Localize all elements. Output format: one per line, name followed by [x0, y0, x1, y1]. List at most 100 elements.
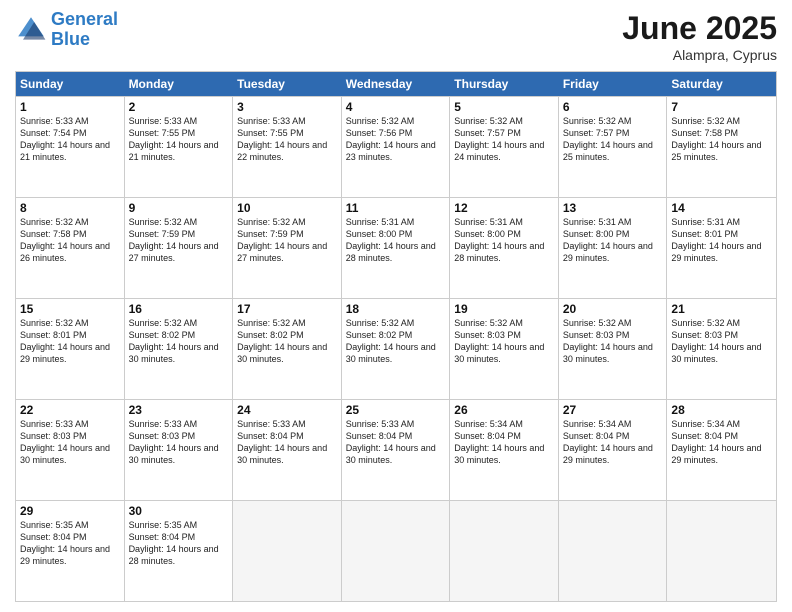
calendar-cell-4-4: 26Sunrise: 5:34 AM Sunset: 8:04 PM Dayli… — [450, 400, 559, 500]
day-number: 26 — [454, 403, 554, 417]
day-number: 20 — [563, 302, 663, 316]
calendar-cell-1-6: 7Sunrise: 5:32 AM Sunset: 7:58 PM Daylig… — [667, 97, 776, 197]
day-info: Sunrise: 5:31 AM Sunset: 8:00 PM Dayligh… — [346, 216, 446, 265]
day-number: 14 — [671, 201, 772, 215]
calendar-cell-1-0: 1Sunrise: 5:33 AM Sunset: 7:54 PM Daylig… — [16, 97, 125, 197]
calendar-cell-3-1: 16Sunrise: 5:32 AM Sunset: 8:02 PM Dayli… — [125, 299, 234, 399]
day-number: 12 — [454, 201, 554, 215]
day-number: 21 — [671, 302, 772, 316]
day-info: Sunrise: 5:32 AM Sunset: 7:56 PM Dayligh… — [346, 115, 446, 164]
day-number: 11 — [346, 201, 446, 215]
day-number: 3 — [237, 100, 337, 114]
day-info: Sunrise: 5:33 AM Sunset: 8:04 PM Dayligh… — [346, 418, 446, 467]
calendar-header: Sunday Monday Tuesday Wednesday Thursday… — [16, 72, 776, 96]
day-number: 10 — [237, 201, 337, 215]
calendar-row-3: 15Sunrise: 5:32 AM Sunset: 8:01 PM Dayli… — [16, 298, 776, 399]
day-number: 29 — [20, 504, 120, 518]
header-wednesday: Wednesday — [342, 72, 451, 96]
day-info: Sunrise: 5:32 AM Sunset: 8:02 PM Dayligh… — [346, 317, 446, 366]
calendar-cell-1-1: 2Sunrise: 5:33 AM Sunset: 7:55 PM Daylig… — [125, 97, 234, 197]
day-number: 2 — [129, 100, 229, 114]
calendar-cell-3-0: 15Sunrise: 5:32 AM Sunset: 8:01 PM Dayli… — [16, 299, 125, 399]
calendar-row-1: 1Sunrise: 5:33 AM Sunset: 7:54 PM Daylig… — [16, 96, 776, 197]
day-info: Sunrise: 5:32 AM Sunset: 7:58 PM Dayligh… — [20, 216, 120, 265]
day-info: Sunrise: 5:33 AM Sunset: 8:03 PM Dayligh… — [129, 418, 229, 467]
calendar-cell-3-2: 17Sunrise: 5:32 AM Sunset: 8:02 PM Dayli… — [233, 299, 342, 399]
day-number: 28 — [671, 403, 772, 417]
header-thursday: Thursday — [450, 72, 559, 96]
day-info: Sunrise: 5:35 AM Sunset: 8:04 PM Dayligh… — [129, 519, 229, 568]
day-number: 16 — [129, 302, 229, 316]
day-number: 19 — [454, 302, 554, 316]
day-number: 5 — [454, 100, 554, 114]
day-info: Sunrise: 5:32 AM Sunset: 7:59 PM Dayligh… — [129, 216, 229, 265]
logo-text: General Blue — [51, 10, 118, 50]
day-number: 30 — [129, 504, 229, 518]
day-info: Sunrise: 5:32 AM Sunset: 7:57 PM Dayligh… — [454, 115, 554, 164]
day-info: Sunrise: 5:32 AM Sunset: 7:59 PM Dayligh… — [237, 216, 337, 265]
day-number: 7 — [671, 100, 772, 114]
day-info: Sunrise: 5:31 AM Sunset: 8:00 PM Dayligh… — [563, 216, 663, 265]
day-number: 9 — [129, 201, 229, 215]
calendar-cell-4-1: 23Sunrise: 5:33 AM Sunset: 8:03 PM Dayli… — [125, 400, 234, 500]
calendar-cell-4-5: 27Sunrise: 5:34 AM Sunset: 8:04 PM Dayli… — [559, 400, 668, 500]
day-number: 4 — [346, 100, 446, 114]
logo-line1: General — [51, 9, 118, 29]
calendar-cell-5-6 — [667, 501, 776, 601]
logo: General Blue — [15, 10, 118, 50]
calendar-cell-4-2: 24Sunrise: 5:33 AM Sunset: 8:04 PM Dayli… — [233, 400, 342, 500]
day-number: 25 — [346, 403, 446, 417]
calendar-cell-3-3: 18Sunrise: 5:32 AM Sunset: 8:02 PM Dayli… — [342, 299, 451, 399]
calendar-cell-4-6: 28Sunrise: 5:34 AM Sunset: 8:04 PM Dayli… — [667, 400, 776, 500]
day-number: 18 — [346, 302, 446, 316]
logo-line2: Blue — [51, 29, 90, 49]
day-number: 15 — [20, 302, 120, 316]
day-info: Sunrise: 5:34 AM Sunset: 8:04 PM Dayligh… — [671, 418, 772, 467]
day-info: Sunrise: 5:32 AM Sunset: 8:03 PM Dayligh… — [671, 317, 772, 366]
calendar-cell-2-0: 8Sunrise: 5:32 AM Sunset: 7:58 PM Daylig… — [16, 198, 125, 298]
calendar-cell-2-5: 13Sunrise: 5:31 AM Sunset: 8:00 PM Dayli… — [559, 198, 668, 298]
day-info: Sunrise: 5:33 AM Sunset: 8:03 PM Dayligh… — [20, 418, 120, 467]
header-saturday: Saturday — [667, 72, 776, 96]
day-info: Sunrise: 5:33 AM Sunset: 7:55 PM Dayligh… — [129, 115, 229, 164]
calendar-cell-2-1: 9Sunrise: 5:32 AM Sunset: 7:59 PM Daylig… — [125, 198, 234, 298]
calendar-cell-5-0: 29Sunrise: 5:35 AM Sunset: 8:04 PM Dayli… — [16, 501, 125, 601]
calendar-cell-5-1: 30Sunrise: 5:35 AM Sunset: 8:04 PM Dayli… — [125, 501, 234, 601]
calendar-cell-3-4: 19Sunrise: 5:32 AM Sunset: 8:03 PM Dayli… — [450, 299, 559, 399]
calendar-cell-2-4: 12Sunrise: 5:31 AM Sunset: 8:00 PM Dayli… — [450, 198, 559, 298]
header-monday: Monday — [125, 72, 234, 96]
day-info: Sunrise: 5:33 AM Sunset: 8:04 PM Dayligh… — [237, 418, 337, 467]
day-number: 17 — [237, 302, 337, 316]
header-sunday: Sunday — [16, 72, 125, 96]
header-tuesday: Tuesday — [233, 72, 342, 96]
day-info: Sunrise: 5:33 AM Sunset: 7:55 PM Dayligh… — [237, 115, 337, 164]
location: Alampra, Cyprus — [622, 47, 777, 63]
day-info: Sunrise: 5:32 AM Sunset: 8:03 PM Dayligh… — [563, 317, 663, 366]
calendar-cell-1-4: 5Sunrise: 5:32 AM Sunset: 7:57 PM Daylig… — [450, 97, 559, 197]
calendar-cell-5-4 — [450, 501, 559, 601]
calendar-cell-2-3: 11Sunrise: 5:31 AM Sunset: 8:00 PM Dayli… — [342, 198, 451, 298]
calendar-cell-5-5 — [559, 501, 668, 601]
day-number: 27 — [563, 403, 663, 417]
calendar-cell-1-5: 6Sunrise: 5:32 AM Sunset: 7:57 PM Daylig… — [559, 97, 668, 197]
calendar-cell-3-6: 21Sunrise: 5:32 AM Sunset: 8:03 PM Dayli… — [667, 299, 776, 399]
day-info: Sunrise: 5:33 AM Sunset: 7:54 PM Dayligh… — [20, 115, 120, 164]
calendar-cell-5-2 — [233, 501, 342, 601]
day-number: 6 — [563, 100, 663, 114]
calendar-cell-2-2: 10Sunrise: 5:32 AM Sunset: 7:59 PM Dayli… — [233, 198, 342, 298]
calendar: Sunday Monday Tuesday Wednesday Thursday… — [15, 71, 777, 602]
calendar-cell-1-3: 4Sunrise: 5:32 AM Sunset: 7:56 PM Daylig… — [342, 97, 451, 197]
day-info: Sunrise: 5:31 AM Sunset: 8:00 PM Dayligh… — [454, 216, 554, 265]
calendar-row-5: 29 Sunrise: 5:35 AM Sunset: 8:04 PM Dayli… — [16, 500, 776, 601]
calendar-cell-4-3: 25Sunrise: 5:33 AM Sunset: 8:04 PM Dayli… — [342, 400, 451, 500]
day-info: Sunrise: 5:32 AM Sunset: 8:03 PM Dayligh… — [454, 317, 554, 366]
day-number: 24 — [237, 403, 337, 417]
logo-icon — [15, 14, 47, 46]
calendar-cell-4-0: 22Sunrise: 5:33 AM Sunset: 8:03 PM Dayli… — [16, 400, 125, 500]
day-info: Sunrise: 5:34 AM Sunset: 8:04 PM Dayligh… — [454, 418, 554, 467]
day-number: 13 — [563, 201, 663, 215]
page: General Blue June 2025 Alampra, Cyprus S… — [0, 0, 792, 612]
day-info: Sunrise: 5:34 AM Sunset: 8:04 PM Dayligh… — [563, 418, 663, 467]
calendar-row-4: 22Sunrise: 5:33 AM Sunset: 8:03 PM Dayli… — [16, 399, 776, 500]
calendar-cell-1-2: 3Sunrise: 5:33 AM Sunset: 7:55 PM Daylig… — [233, 97, 342, 197]
